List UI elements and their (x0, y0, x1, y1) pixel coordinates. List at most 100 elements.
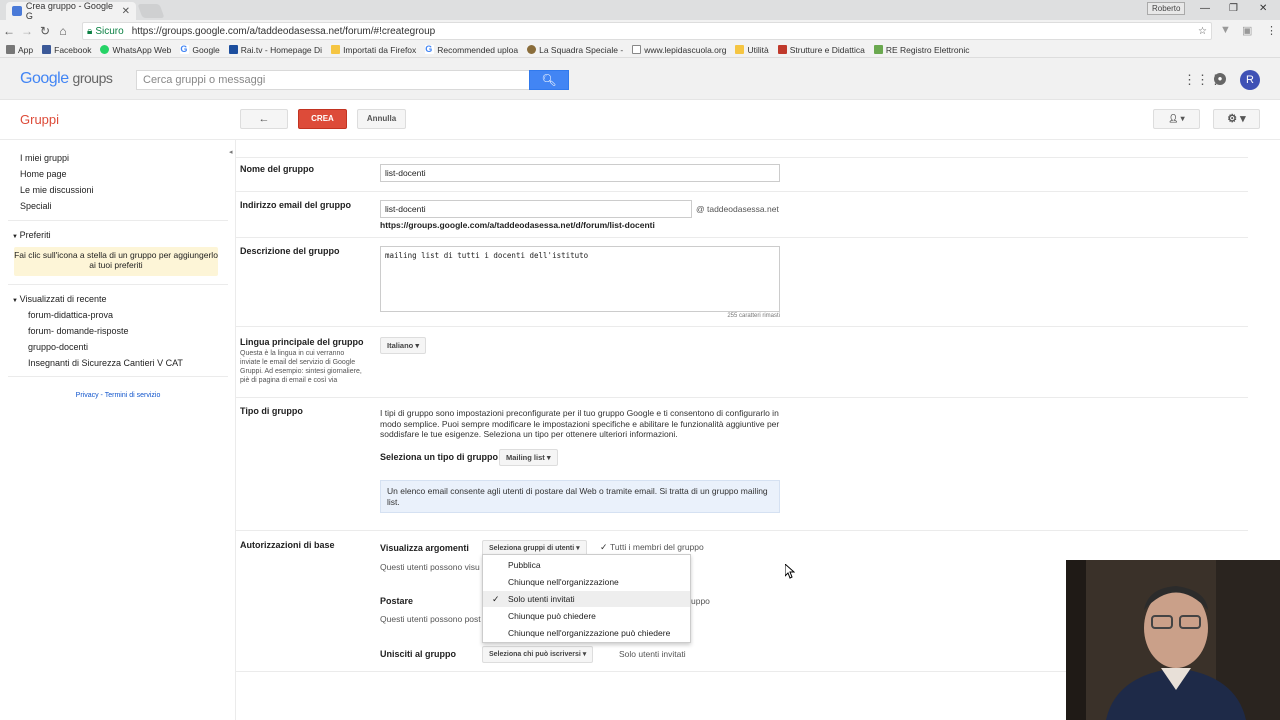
dropdown-option-organization[interactable]: Chiunque nell'organizzazione (483, 574, 690, 590)
row-divider (236, 397, 1248, 398)
collapse-sidebar-icon[interactable]: ◂ (229, 148, 233, 156)
sidebar-item-starred[interactable]: Speciali (20, 201, 52, 211)
sidebar-recent-toggle[interactable]: ▼ Visualizzati di recente (12, 294, 107, 304)
language-label: Lingua principale del gruppo (240, 337, 364, 347)
bookmark-facebook[interactable]: Facebook (42, 45, 91, 55)
check-icon: ✓ (600, 542, 611, 552)
terms-link[interactable]: Termini di servizio (105, 392, 161, 399)
reload-icon[interactable]: ↻ (36, 24, 54, 38)
bookmark-app[interactable]: App (6, 45, 33, 55)
group-description-label: Descrizione del gruppo (240, 246, 340, 256)
bookmark-firefox-folder[interactable]: Importati da Firefox (331, 45, 416, 55)
tab-title: Crea gruppo - Google G (25, 1, 113, 21)
chevron-down-icon: ▾ (546, 453, 551, 462)
bookmark-strutture[interactable]: Strutture e Didattica (777, 45, 865, 55)
whatsapp-icon (100, 45, 110, 54)
page-icon (632, 45, 642, 54)
group-name-input[interactable]: list-docenti (380, 164, 780, 182)
folder-icon (331, 45, 341, 54)
close-window-icon[interactable]: ✕ (1259, 3, 1267, 14)
mouse-cursor-icon (784, 562, 796, 582)
dropdown-option-org-ask[interactable]: Chiunque nell'organizzazione può chieder… (483, 625, 690, 641)
bookmark-whatsapp[interactable]: WhatsApp Web (100, 45, 171, 55)
notifications-icon[interactable]: ● (1214, 73, 1226, 85)
dropdown-option-anyone-ask[interactable]: Chiunque può chiedere (483, 608, 690, 624)
search-input[interactable]: Cerca gruppi o messaggi (136, 70, 530, 90)
browser-tab[interactable]: Crea gruppo - Google G ✕ (6, 1, 136, 21)
facebook-icon (42, 45, 52, 54)
settings-button[interactable]: ⚙ ▾ (1213, 109, 1260, 129)
people-menu-button[interactable]: 👤︎ ▾ (1153, 109, 1200, 129)
extension-icon[interactable]: ▣ (1242, 24, 1252, 37)
group-type-select[interactable]: Mailing list ▾ (499, 449, 558, 466)
sidebar-item-my-groups[interactable]: I miei gruppi (20, 153, 69, 163)
logo-groups: groups (72, 70, 113, 86)
lock-icon: 🔒︎ (87, 25, 93, 37)
check-icon: ✓ (492, 594, 500, 604)
permissions-label: Autorizzazioni di base (240, 540, 335, 550)
bookmark-recommended[interactable]: G Recommended uploa (425, 45, 518, 55)
menu-icon[interactable]: ⋮ (1266, 24, 1277, 37)
language-select[interactable]: Italiano ▾ (380, 337, 427, 354)
gear-icon: ⚙ ▾ (1227, 113, 1246, 125)
recent-group-item[interactable]: forum- domande-risposte (28, 326, 129, 336)
cancel-button[interactable]: Annulla (357, 109, 406, 129)
google-groups-logo[interactable]: Google groups (20, 70, 113, 88)
bookmark-squadra[interactable]: La Squadra Speciale - (527, 45, 623, 55)
dropdown-option-public[interactable]: Pubblica (483, 557, 690, 573)
recent-group-item[interactable]: gruppo-docenti (28, 342, 88, 352)
sidebar-item-home[interactable]: Home page (20, 169, 67, 179)
bookmark-utilita[interactable]: Utilità (735, 45, 769, 55)
back-button[interactable]: ← (240, 109, 288, 129)
secure-label: Sicuro (95, 25, 124, 37)
new-tab-button[interactable] (137, 4, 165, 18)
chars-remaining: 255 caratteri rimasti (727, 313, 780, 319)
bookmark-star-icon[interactable]: ☆ (1198, 26, 1207, 37)
recent-group-item[interactable]: forum-didattica-prova (28, 310, 113, 320)
sidebar-divider (8, 284, 228, 285)
group-type-intro: I tipi di gruppo sono impostazioni preco… (380, 408, 780, 439)
sidebar: ◂ I miei gruppi Home page Le mie discuss… (0, 140, 236, 720)
avatar[interactable]: R (1240, 70, 1260, 90)
bookmark-registro[interactable]: RE Registro Elettronic (873, 45, 969, 55)
recent-group-item[interactable]: Insegnanti di Sicurezza Cantieri V CAT (28, 358, 183, 368)
group-description-textarea[interactable]: mailing list di tutti i docenti dell'ist… (380, 246, 780, 312)
bookmark-lepidascuola[interactable]: www.lepidascuola.org (632, 45, 726, 55)
bookmarks-bar: App Facebook WhatsApp Web G Google Rai.tv… (0, 42, 1280, 58)
group-url: https://groups.google.com/a/taddeodasess… (380, 220, 655, 230)
row-divider (236, 191, 1248, 192)
group-email-input[interactable]: list-docenti (380, 200, 692, 218)
back-icon[interactable]: ← (0, 24, 18, 38)
sidebar-item-discussions[interactable]: Le mie discussioni (20, 185, 94, 195)
home-icon[interactable]: ⌂ (54, 24, 72, 38)
create-button[interactable]: CREA (298, 109, 347, 129)
close-tab-icon[interactable]: ✕ (122, 6, 130, 17)
url-field[interactable]: 🔒︎ Sicuro https://groups.google.com/a/ta… (82, 22, 1212, 40)
row-divider (236, 237, 1248, 238)
minimize-icon[interactable]: — (1200, 3, 1210, 14)
group-type-label: Tipo di gruppo (240, 406, 303, 416)
page-title[interactable]: Gruppi (20, 112, 59, 127)
bookmark-rai[interactable]: Rai.tv - Homepage Di (228, 45, 322, 55)
footer-links: Privacy - Termini di servizio (0, 392, 236, 399)
search-button[interactable]: 🔍︎ (529, 70, 569, 90)
email-domain: @ taddeodasessa.net (696, 204, 779, 214)
site-icon (873, 45, 883, 54)
bookmark-google[interactable]: G Google (180, 45, 220, 55)
extension-pocket-icon[interactable]: ▼ (1220, 24, 1231, 36)
post-label: Postare (380, 596, 414, 606)
triangle-down-icon: ▼ (12, 234, 20, 240)
url-text: https://groups.google.com/a/taddeodasess… (131, 25, 436, 37)
folder-icon (735, 45, 745, 54)
restore-icon[interactable]: ❐ (1229, 3, 1238, 14)
page-toolbar: Gruppi ← CREA Annulla 👤︎ ▾ ⚙ ▾ (0, 100, 1280, 140)
view-topics-value: ✓ Tutti i membri del gruppo (600, 542, 704, 552)
join-select[interactable]: Seleziona chi può iscriversi ▾ (482, 646, 594, 663)
apps-grid-icon (6, 45, 15, 54)
forward-icon[interactable]: → (18, 24, 36, 38)
group-email-label: Indirizzo email del gruppo (240, 200, 352, 210)
profile-badge[interactable]: Roberto (1147, 2, 1186, 15)
privacy-link[interactable]: Privacy (76, 392, 99, 399)
dropdown-option-invited[interactable]: ✓ Solo utenti invitati (483, 591, 690, 607)
sidebar-favorites-toggle[interactable]: ▼ Preferiti (12, 230, 51, 240)
